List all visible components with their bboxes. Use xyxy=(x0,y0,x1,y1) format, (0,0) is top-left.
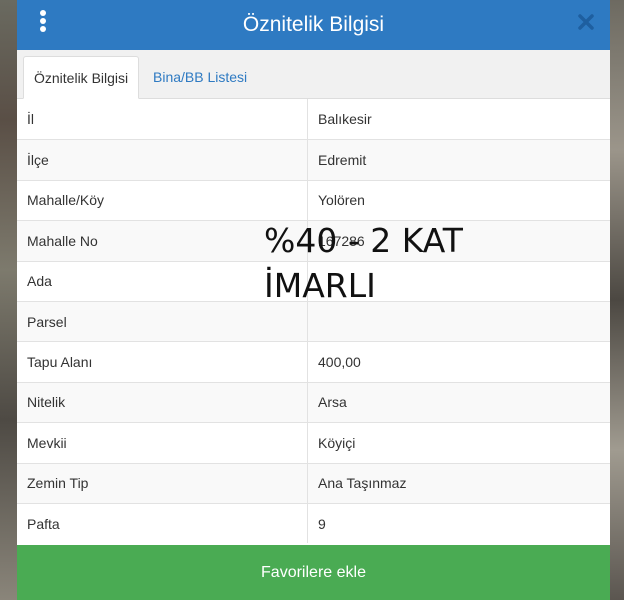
table-row: Zemin Tip Ana Taşınmaz xyxy=(17,462,610,503)
map-background-right xyxy=(608,0,624,600)
close-icon[interactable] xyxy=(576,12,596,32)
row-value: 9 xyxy=(318,515,326,532)
attribute-table: İl Balıkesir İlçe Edremit Mahalle/Köy Yo… xyxy=(17,99,610,544)
zoning-annotation-line1: %40 - 2 KAT xyxy=(264,221,463,260)
table-row: Tapu Alanı 400,00 xyxy=(17,341,610,382)
table-row: Mahalle/Köy Yolören xyxy=(17,179,610,221)
table-row: Nitelik Arsa xyxy=(17,381,610,423)
row-value: Köyiçi xyxy=(318,434,356,451)
row-label: Nitelik xyxy=(17,382,308,423)
row-label: İlçe xyxy=(17,140,308,180)
table-row: İl Balıkesir xyxy=(17,99,610,140)
table-row: İlçe Edremit xyxy=(17,139,610,180)
add-to-favorites-button[interactable]: Favorilere ekle xyxy=(17,545,610,600)
row-label: İl xyxy=(17,99,308,140)
tab-attribute-info[interactable]: Öznitelik Bilgisi xyxy=(23,56,140,99)
row-label: Zemin Tip xyxy=(17,463,308,503)
row-value: 400,00 xyxy=(318,354,361,371)
tab-building-list[interactable]: Bina/BB Listesi xyxy=(143,56,257,98)
tab-bar: Öznitelik Bilgisi Bina/BB Listesi xyxy=(17,50,610,99)
row-label: Mevkii xyxy=(17,423,308,463)
attribute-info-dialog: Öznitelik Bilgisi Öznitelik Bilgisi Bina… xyxy=(17,0,610,600)
zoning-annotation: %40 - 2 KAT İMARLI xyxy=(264,218,463,308)
row-value: Yolören xyxy=(318,192,365,209)
kebab-menu-icon[interactable] xyxy=(39,10,47,32)
row-value: Arsa xyxy=(318,394,347,411)
table-row: Pafta 9 xyxy=(17,502,610,544)
row-value: Balıkesir xyxy=(318,111,372,128)
table-row: Mevkii Köyiçi xyxy=(17,422,610,463)
zoning-annotation-line2: İMARLI xyxy=(264,266,376,305)
row-value: Edremit xyxy=(318,152,367,169)
row-label: Pafta xyxy=(17,503,308,544)
dialog-title: Öznitelik Bilgisi xyxy=(242,13,385,36)
dialog-header: Öznitelik Bilgisi xyxy=(17,0,610,50)
row-value: Ana Taşınmaz xyxy=(318,475,407,492)
row-label: Mahalle/Köy xyxy=(17,180,308,221)
row-label: Tapu Alanı xyxy=(17,342,308,382)
